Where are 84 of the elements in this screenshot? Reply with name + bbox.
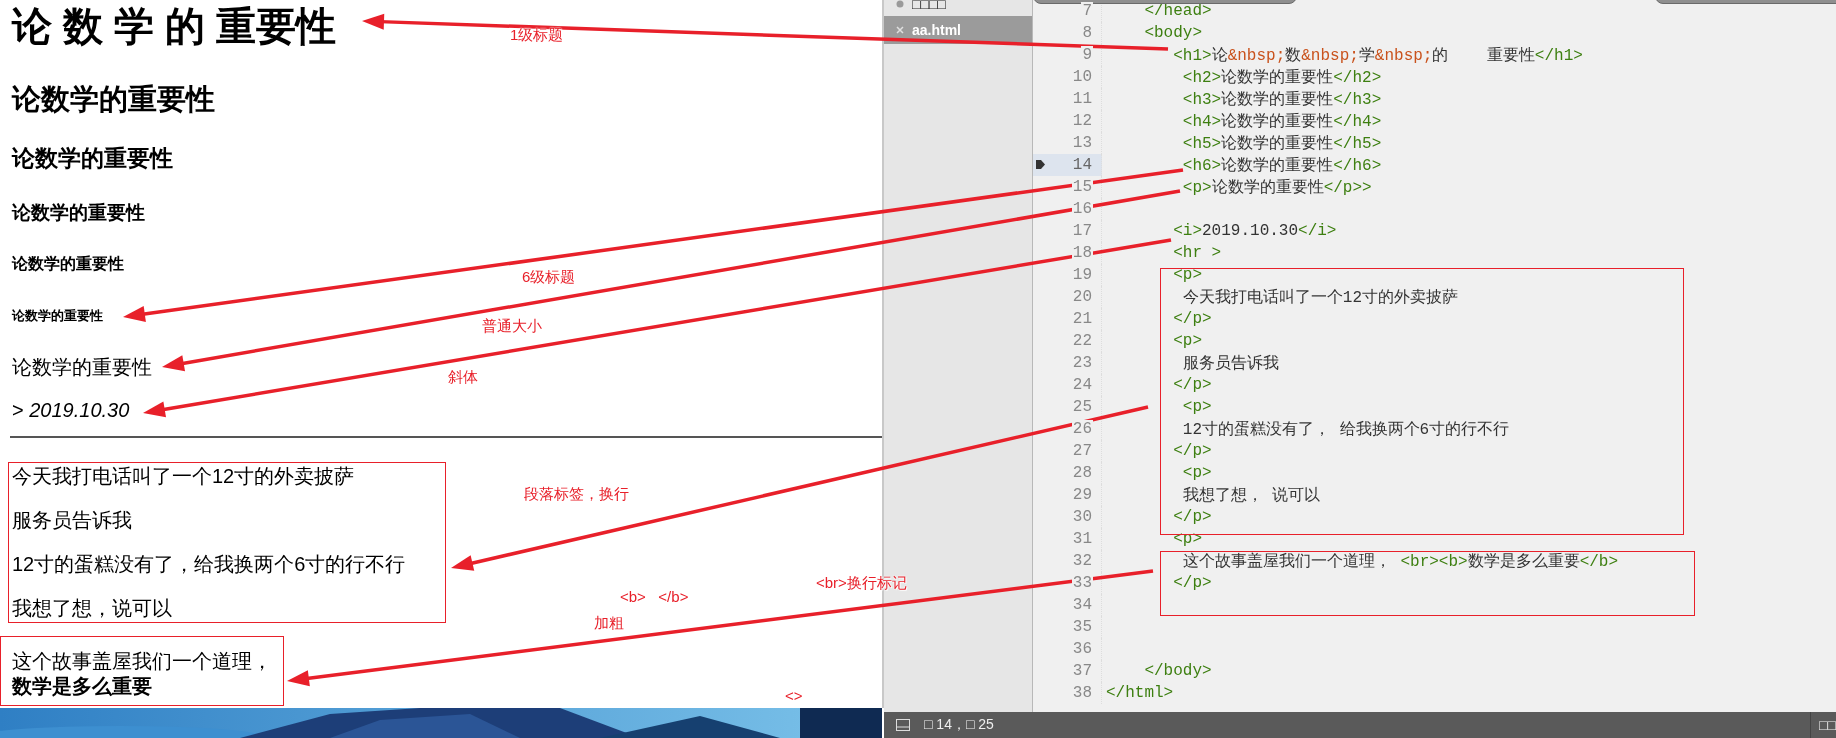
code-text: 论数学的重要性 [1221,68,1334,87]
code-tag: <i> [1106,222,1202,240]
code-tag: <h5> [1106,134,1222,153]
code-tag: <p> [1106,266,1202,284]
code-text: 今天我打电话叫了一个12寸的外卖披萨 [1181,288,1458,307]
tag-icon [1036,160,1045,169]
annotation-label: 段落标签，换行 [524,484,629,504]
paragraph: 12寸的蛋糕没有了，给我换两个6寸的行不行 [12,552,406,578]
heading: 论数学的重要性 [12,253,124,274]
paragraph: 服务员告诉我 [12,507,132,533]
line-number: 18 [1071,244,1093,262]
paragraph: 今天我打电话叫了一个12寸的外卖披萨 [12,463,355,489]
code-text: 的 重要性 [1432,46,1535,65]
code-text: 论数学的重要性 [1221,156,1334,175]
code-tag: </p> [1106,310,1212,328]
code-text: 12寸的蛋糕没有了， 给我换两个6寸的行不行 [1181,420,1510,439]
code-tag: </h2> [1333,68,1382,87]
code-text: 论数学的重要性 [1221,134,1334,153]
code-text: 论 [1211,46,1228,65]
code-text: 论数学的重要性 [1221,90,1334,109]
code-tag: </b> [1579,552,1619,571]
code-tag: </h5> [1333,134,1382,153]
annotation-label: 斜体 [448,367,478,387]
code-text: 学 [1358,46,1375,65]
code-tag: <br><b> [1400,552,1468,571]
code-text: 我想了想， 说可以 [1181,486,1321,505]
code-tag: <h1> [1106,46,1212,65]
code-tag: </p> [1106,442,1212,460]
annotation-label: 6级标题 [522,267,576,287]
paragraph: 我想了想，说可以 [12,596,172,622]
code-tag: </p> [1106,376,1212,394]
code-tag: </body> [1106,662,1212,680]
file-name: aa.html [912,22,961,38]
code-text: 服务员告诉我 [1181,354,1279,373]
code-tag: <p> [1106,398,1212,416]
annotation-label: 1级标题 [510,25,564,45]
code-text: 2019.10.30 [1202,222,1299,240]
code-text: 论数学的重要性 [1211,178,1324,197]
code-tag: </p> [1106,508,1212,526]
code-tag: </i> [1298,222,1337,240]
panel-icon[interactable] [896,719,910,731]
code-tag: </h6> [1333,156,1382,175]
heading: 论数学的重要性 [12,201,145,225]
code-entity: &nbsp; [1227,46,1286,65]
code-text: 数 [1285,46,1302,65]
code-tag: <p> [1106,464,1212,482]
code-tag: </html> [1106,684,1174,702]
heading: 论数学的重要性 [12,307,103,325]
annotation-label: 普通大小 [482,316,542,336]
heading: 论数学的重要性 [12,82,215,117]
status-text: □□ [1810,712,1836,738]
heading: 论数学的重要性 [12,143,173,173]
dot-icon [896,0,904,8]
code-tag: </head> [1106,2,1212,20]
code-tag: </h1> [1534,46,1583,65]
code-entity: &nbsp; [1374,46,1433,65]
annotation-label: 加粗 [594,613,624,633]
code-tag: <h2> [1106,68,1222,87]
code-tag: <hr > [1106,244,1222,262]
code-tag: <p> [1106,332,1202,350]
file-item[interactable]: □□□□ [884,0,1032,16]
code-tag: <h3> [1106,90,1222,109]
annotation-label: <> [785,686,803,706]
paragraph: > 2019.10.30 [12,398,130,422]
code-tag: </h3> [1333,90,1382,109]
code-tag: </p>> [1323,178,1372,197]
paragraph-line: 数学是多么重要 [12,674,152,699]
code-tag: </p> [1106,574,1212,592]
annotation-label: <br>换行标记 [816,573,907,593]
paragraph: 论数学的重要性 [12,354,152,380]
heading: 论 数 学 的 重要性 [12,2,337,50]
code-tag: <h6> [1106,156,1222,175]
code-text: 数学是多么重要 [1467,552,1580,571]
code-text: 论数学的重要性 [1221,112,1334,131]
code-tag: <p> [1106,178,1212,197]
code-tag: </h4> [1333,112,1382,131]
code-tag: <body> [1106,24,1202,42]
code-tag: <h4> [1106,112,1222,131]
annotation-label: <b> </b> [620,587,689,607]
code-entity: &nbsp; [1301,46,1359,65]
paragraph-line: 这个故事盖屋我们一个道理， [12,649,272,674]
code-text: 这个故事盖屋我们一个道理， [1181,552,1392,571]
file-name: □□□□ [912,0,946,12]
cursor-position: □ 14，□ 25 [924,716,994,734]
